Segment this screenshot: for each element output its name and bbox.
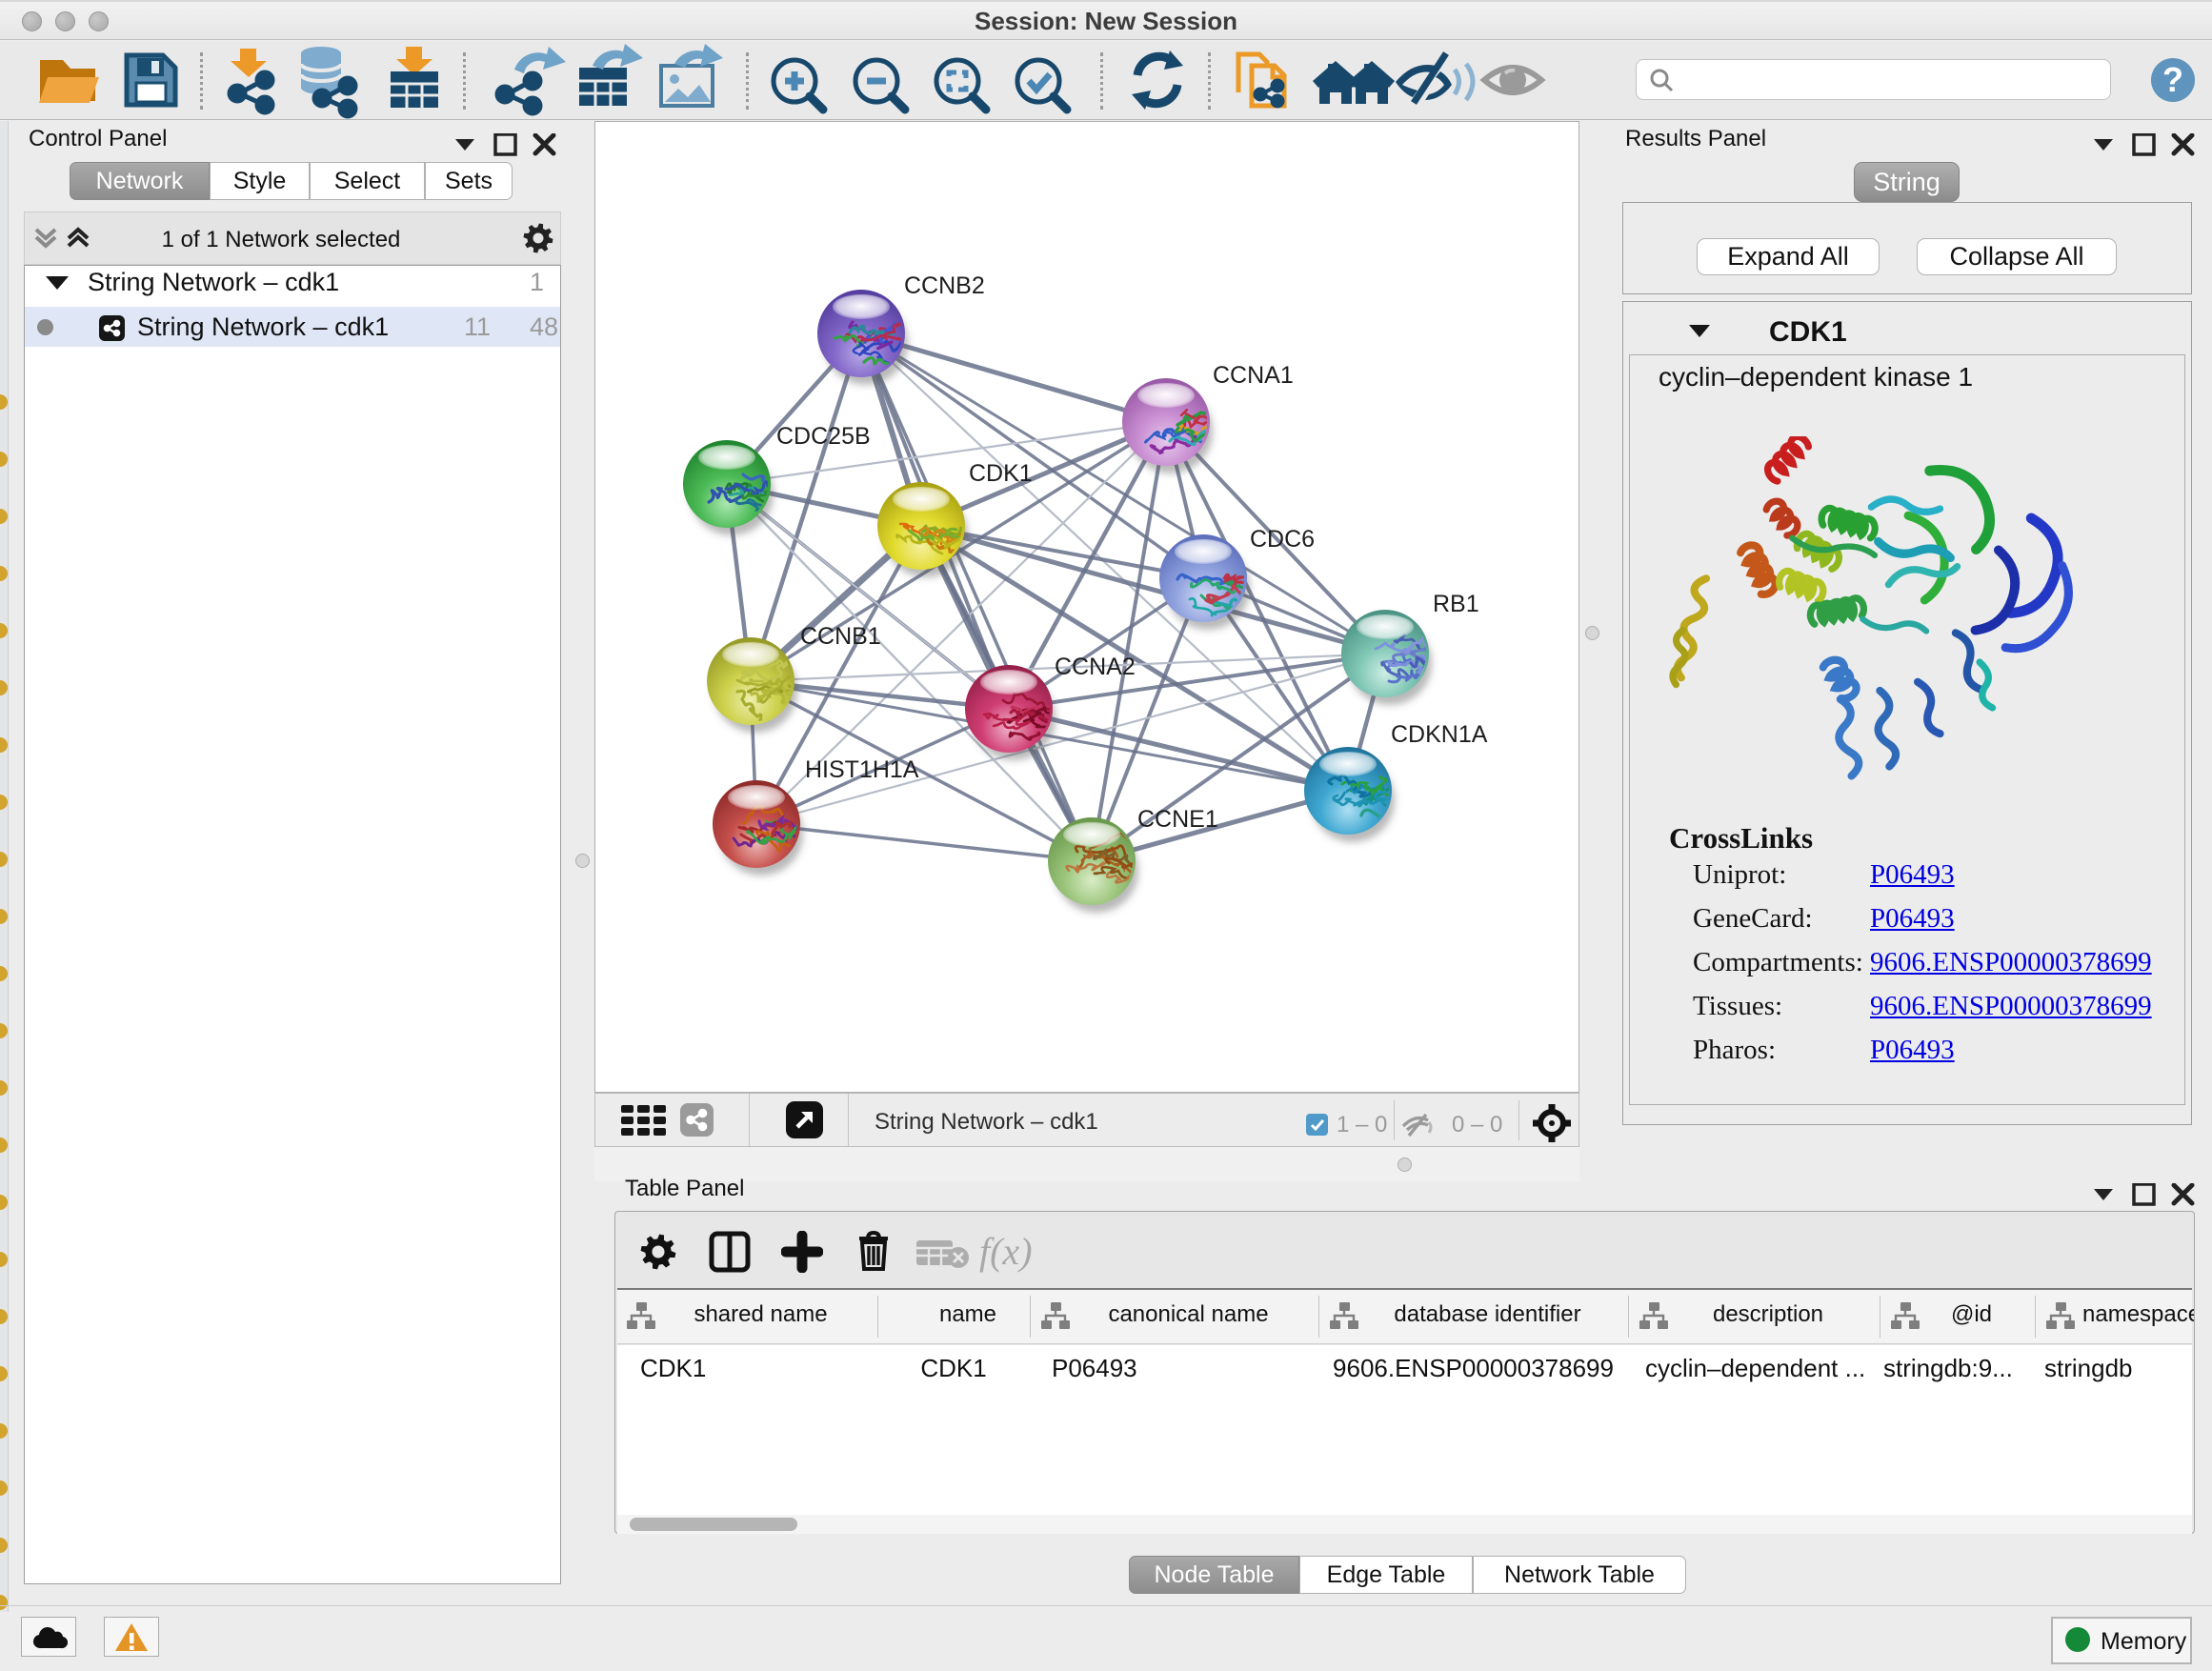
svg-text:CCNA1: CCNA1: [1213, 362, 1294, 389]
svg-text:CCNB2: CCNB2: [904, 272, 985, 299]
svg-text:CCNE1: CCNE1: [1137, 806, 1218, 833]
svg-text:CDK1: CDK1: [969, 460, 1033, 487]
svg-text:CDC6: CDC6: [1250, 526, 1315, 553]
svg-text:CDKN1A: CDKN1A: [1391, 721, 1488, 748]
svg-text:CCNB1: CCNB1: [800, 623, 881, 650]
svg-text:RB1: RB1: [1433, 591, 1479, 617]
svg-text:HIST1H1A: HIST1H1A: [805, 756, 919, 783]
svg-text:CDC25B: CDC25B: [776, 423, 871, 450]
svg-text:?: ?: [2162, 60, 2183, 99]
svg-text:CCNA2: CCNA2: [1055, 654, 1136, 680]
